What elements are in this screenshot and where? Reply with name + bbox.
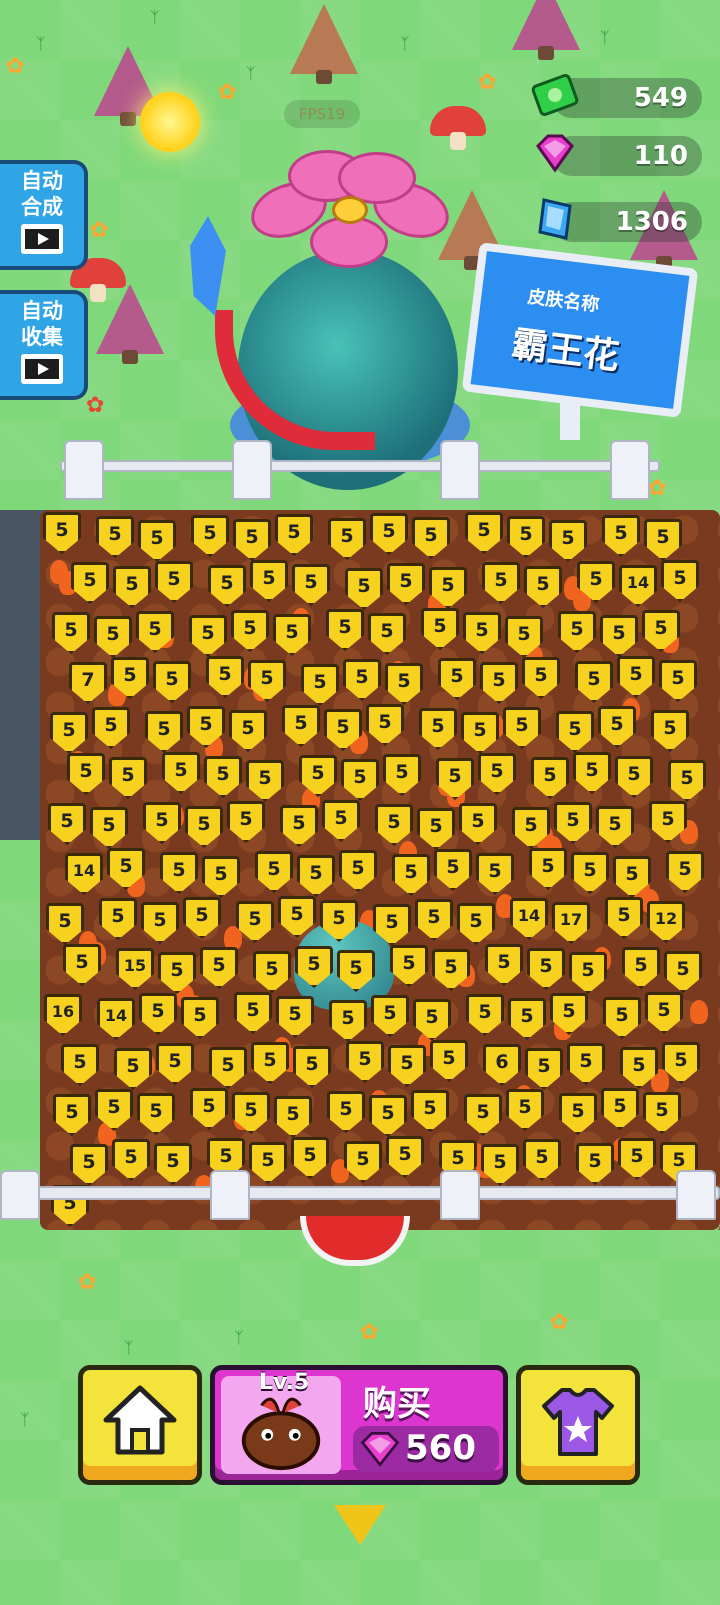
flower: ✿ bbox=[78, 1270, 97, 1295]
flower: ✿ bbox=[360, 1320, 379, 1345]
auto-merge-label: 自动合成 bbox=[21, 169, 63, 219]
unit-preview: Lv.5 bbox=[221, 1370, 341, 1474]
fence-post bbox=[610, 440, 650, 500]
pink-gem-icon bbox=[360, 1431, 400, 1467]
pine-tree bbox=[290, 4, 358, 84]
cash-icon bbox=[531, 74, 579, 116]
carrot bbox=[690, 1000, 708, 1024]
fence-rail bbox=[60, 460, 660, 472]
skin-sign: 皮肤名称 霸王花 bbox=[461, 242, 699, 418]
grass-tuft: ᛉ bbox=[124, 1338, 134, 1357]
currency-cash: 549 bbox=[531, 74, 702, 118]
cash-value: 549 bbox=[633, 83, 688, 113]
price-value: 560 bbox=[405, 1428, 476, 1468]
price-tag: 560 bbox=[353, 1426, 499, 1472]
sign-title: 皮肤名称 bbox=[526, 286, 601, 317]
fence-post bbox=[0, 1170, 40, 1220]
fps-counter: FPS19 bbox=[284, 100, 360, 128]
fence-post bbox=[676, 1170, 716, 1220]
monster-flower-head bbox=[243, 150, 457, 270]
auto-collect-button[interactable]: 自动收集 bbox=[0, 290, 88, 400]
buy-label: 购买 bbox=[363, 1384, 431, 1424]
sign-post bbox=[560, 400, 580, 440]
flower-center bbox=[332, 196, 368, 224]
currency-blue-crystal: 1306 bbox=[538, 198, 702, 242]
grass-tuft: ᛉ bbox=[36, 34, 46, 53]
expand-arrow-icon[interactable] bbox=[334, 1505, 386, 1545]
grass-tuft: ᛉ bbox=[234, 1328, 244, 1347]
pine-tree bbox=[512, 0, 580, 60]
flower: ✿ bbox=[550, 1310, 569, 1335]
buy-unit-button[interactable]: Lv.5 购买 560 bbox=[210, 1365, 508, 1485]
pine-tree bbox=[96, 284, 164, 364]
pink-gem-icon bbox=[536, 134, 574, 173]
flower: ✿ bbox=[218, 80, 237, 105]
unit-level: Lv.5 bbox=[259, 1370, 310, 1395]
video-ad-icon bbox=[21, 354, 63, 384]
skin-shop-button[interactable] bbox=[516, 1365, 640, 1485]
currency-pink-gem: 110 bbox=[536, 134, 702, 176]
fence-post bbox=[64, 440, 104, 500]
blue-crystal-value: 1306 bbox=[615, 207, 688, 237]
blue-crystal-icon bbox=[538, 198, 572, 240]
video-ad-icon bbox=[21, 224, 63, 254]
home-icon bbox=[103, 1385, 177, 1455]
skin-name: 霸王花 bbox=[509, 323, 622, 378]
fence-post bbox=[440, 440, 480, 500]
grass-tuft: ᛉ bbox=[20, 1410, 30, 1429]
shirt-icon bbox=[542, 1388, 614, 1456]
pink-gem-value: 110 bbox=[633, 141, 688, 171]
grass-tuft: ᛉ bbox=[600, 28, 610, 47]
fence-post bbox=[232, 440, 272, 500]
home-button[interactable] bbox=[78, 1365, 202, 1485]
flower: ✿ bbox=[478, 70, 497, 95]
auto-collect-label: 自动收集 bbox=[21, 299, 63, 349]
flower: ✿ bbox=[6, 54, 25, 79]
fence-rail bbox=[0, 1186, 720, 1200]
grass-tuft: ᛉ bbox=[150, 8, 160, 27]
flower: ✿ bbox=[90, 218, 109, 243]
grass-tuft: ᛉ bbox=[246, 64, 256, 83]
auto-merge-button[interactable]: 自动合成 bbox=[0, 160, 88, 270]
grass-tuft: ᛉ bbox=[400, 34, 410, 53]
fence-post bbox=[210, 1170, 250, 1220]
flower: ✿ bbox=[648, 476, 667, 501]
flower: ✿ bbox=[86, 393, 105, 418]
fence-post bbox=[440, 1170, 480, 1220]
fairy-orb[interactable] bbox=[140, 92, 200, 152]
